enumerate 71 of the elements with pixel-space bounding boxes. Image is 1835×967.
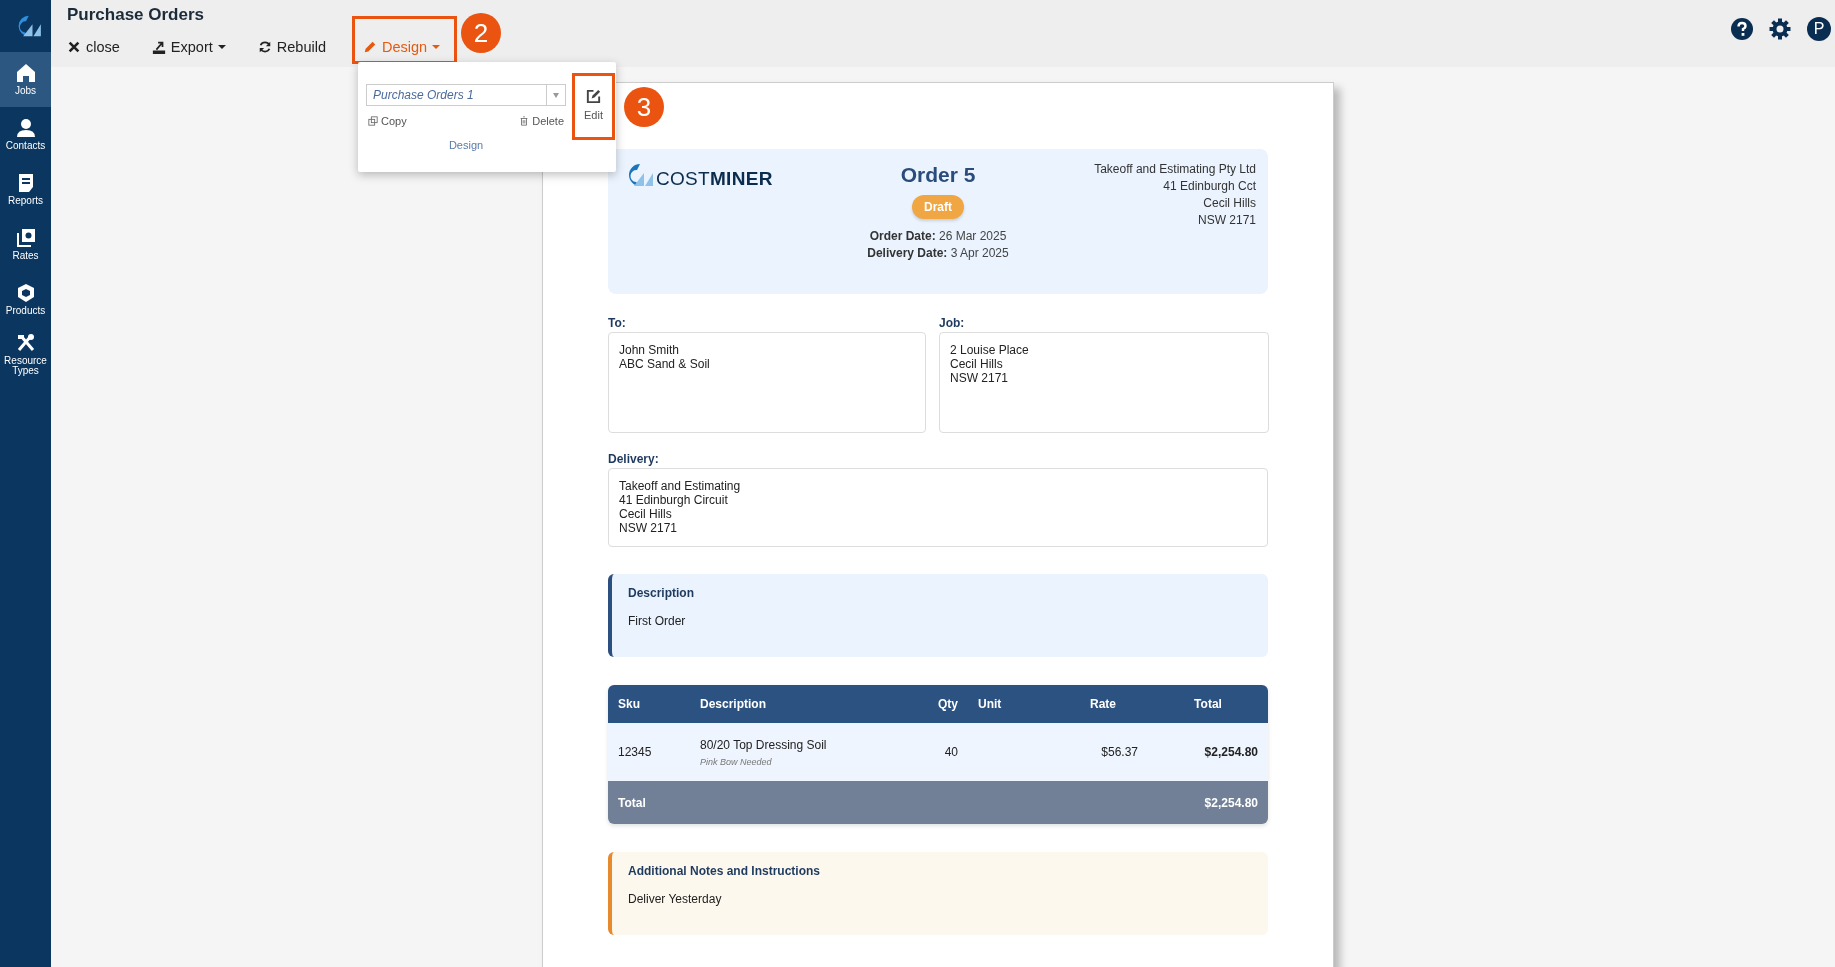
table-cell: $2,254.80 [1148,723,1268,781]
address-line: Cecil Hills [950,357,1004,371]
page-title: Purchase Orders [67,4,205,26]
help-icon [1731,18,1753,40]
menu-caption: Design [448,139,484,151]
template-select[interactable]: Purchase Orders 1 [366,84,566,106]
address-line: Cecil Hills [619,507,673,521]
sidebar-item[interactable]: Reports [0,162,51,217]
user-avatar[interactable]: P [1807,17,1831,41]
company-address-line: 41 Edinburgh Cct [1162,178,1256,195]
table-cell: 40 [898,723,968,781]
section-label: Job: [939,316,966,332]
column-header: Unit [968,685,1058,723]
copy-icon [368,116,378,126]
address-line: 41 Edinburgh Circuit [619,493,729,507]
pencil-icon [362,39,377,54]
caret-icon [553,92,559,98]
refresh-icon [257,40,272,54]
menu-action[interactable]: Copy [366,114,409,128]
panel-title: Description [628,586,695,600]
column-header: Description [690,685,898,723]
company-logo-text: COSTMINER [656,168,773,190]
panel-text: First Order [628,614,687,628]
export-icon [151,40,166,54]
address-line: 2 Louise Place [950,343,1030,357]
column-header: Qty [898,685,968,723]
company-address-line: NSW 2171 [1196,212,1256,229]
menu-action[interactable]: Delete [517,114,566,128]
toolbar-button[interactable]: Rebuild [251,36,332,58]
status-pill: Draft [912,195,964,219]
address-line: ABC Sand & Soil [619,357,711,371]
box-icon [15,283,36,303]
table-cell: $56.37 [1058,723,1148,781]
column-header: Sku [608,685,690,723]
table-cell: 12345 [608,723,690,781]
section-label: To: [608,316,627,332]
edit-button[interactable]: Edit [572,73,615,140]
total-value: $2,254.80 [898,781,1268,824]
toolbar-button[interactable]: Export [145,36,232,58]
column-header: Rate [1058,685,1148,723]
order-title: Order 5 [900,163,976,187]
home-icon [15,63,36,83]
caret-icon [217,45,226,49]
company-address-line: Takeoff and Estimating Pty Ltd [1093,161,1256,178]
item-note: Pink Bow Needed [700,756,773,767]
panel-title: Additional Notes and Instructions [628,864,821,878]
sidebar-item[interactable]: Resource Types [0,327,51,382]
total-label: Total [608,781,898,824]
address-line: John Smith [619,343,681,357]
trash-icon [519,116,530,126]
sidebar-item[interactable]: Products [0,272,51,327]
sidebar-item[interactable]: Rates [0,217,51,272]
sidebar-item[interactable]: Jobs [0,52,51,107]
caret-icon [432,44,441,49]
settings-icon [1769,18,1791,40]
panel-text: Deliver Yesterday [628,892,723,906]
order-date-text: Order Date: 26 Mar 2025 [869,228,1007,245]
edit-icon [585,88,602,105]
address-line: NSW 2171 [950,371,1010,385]
sidebar-item[interactable]: Contacts [0,107,51,162]
address-line: Takeoff and Estimating [619,479,742,493]
company-address-line: Cecil Hills [1202,195,1256,212]
order-date-text: Delivery Date: 3 Apr 2025 [867,245,1009,262]
tools-icon [15,333,36,353]
section-label: Delivery: [608,452,660,468]
item-description: 80/20 Top Dressing Soil [700,737,827,752]
address-line: NSW 2171 [619,521,679,535]
close-icon [67,40,81,54]
person-icon [15,118,36,138]
column-header: Total [1148,685,1268,723]
toolbar-button[interactable]: close [61,36,126,58]
